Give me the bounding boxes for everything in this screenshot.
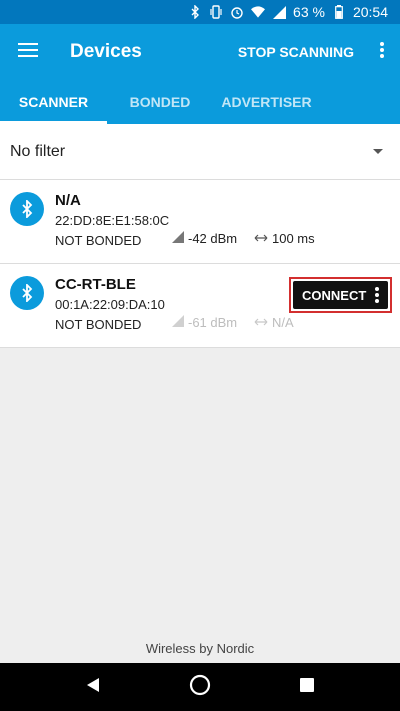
signal-strength-icon [172, 231, 184, 246]
rssi: -42 dBm [172, 231, 237, 246]
device-name: N/A [55, 192, 81, 209]
tab-scanner[interactable]: SCANNER [0, 80, 107, 124]
signal-strength-icon [172, 315, 184, 330]
bluetooth-device-icon [10, 276, 44, 310]
app-bar: Devices STOP SCANNING [0, 24, 400, 80]
connect-label: CONNECT [302, 287, 367, 303]
recents-icon [299, 677, 314, 697]
home-icon [189, 674, 211, 701]
status-bar: 63 % 20:54 [0, 0, 400, 24]
page-title: Devices [70, 41, 142, 62]
stop-scanning-button[interactable]: STOP SCANNING [228, 24, 364, 80]
bluetooth-icon [188, 5, 202, 19]
interval-arrows-icon [254, 315, 268, 330]
device-row[interactable]: N/A 22:DD:8E:E1:58:0C NOT BONDED -42 dBm… [0, 180, 400, 264]
vibrate-icon [209, 5, 223, 19]
navigation-bar [0, 663, 400, 711]
battery-percent: 63 % [293, 4, 325, 20]
bluetooth-device-icon [10, 192, 44, 226]
device-address: 22:DD:8E:E1:58:0C [55, 213, 170, 228]
dropdown-caret-icon [356, 149, 400, 154]
interval: 100 ms [254, 231, 315, 246]
highlight-box: CONNECT [289, 277, 392, 313]
recents-button[interactable] [283, 663, 331, 711]
more-vert-icon [380, 41, 384, 63]
tab-advertiser[interactable]: ADVERTISER [213, 80, 320, 124]
wifi-icon [251, 5, 266, 19]
tab-bonded[interactable]: BONDED [107, 80, 213, 124]
bond-state: NOT BONDED [55, 317, 142, 332]
interval: N/A [254, 315, 294, 330]
tab-bar: SCANNER BONDED ADVERTISER [0, 80, 400, 124]
interval-value: N/A [272, 315, 294, 330]
device-address: 00:1A:22:09:DA:10 [55, 297, 165, 312]
battery-icon [332, 5, 346, 19]
more-vert-icon[interactable] [366, 287, 388, 303]
interval-arrows-icon [254, 231, 268, 246]
rssi-value: -61 dBm [188, 315, 238, 330]
filter-dropdown[interactable]: No filter [0, 124, 400, 180]
connect-button[interactable]: CONNECT [293, 281, 388, 309]
device-row[interactable]: CC-RT-BLE 00:1A:22:09:DA:10 NOT BONDED -… [0, 264, 400, 348]
footer-text: Wireless by Nordic [145, 641, 255, 656]
signal-icon [272, 5, 286, 19]
overflow-menu-button[interactable] [364, 24, 400, 80]
clock: 20:54 [352, 4, 388, 20]
back-icon [86, 677, 100, 698]
filter-label: No filter [10, 142, 66, 160]
rssi: -61 dBm [172, 315, 237, 330]
menu-icon [18, 42, 38, 63]
rssi-value: -42 dBm [188, 231, 238, 246]
interval-value: 100 ms [272, 231, 315, 246]
back-button[interactable] [69, 663, 117, 711]
bond-state: NOT BONDED [55, 233, 142, 248]
device-name: CC-RT-BLE [55, 276, 136, 293]
home-button[interactable] [176, 663, 224, 711]
alarm-icon [230, 5, 244, 19]
menu-button[interactable] [0, 24, 56, 80]
